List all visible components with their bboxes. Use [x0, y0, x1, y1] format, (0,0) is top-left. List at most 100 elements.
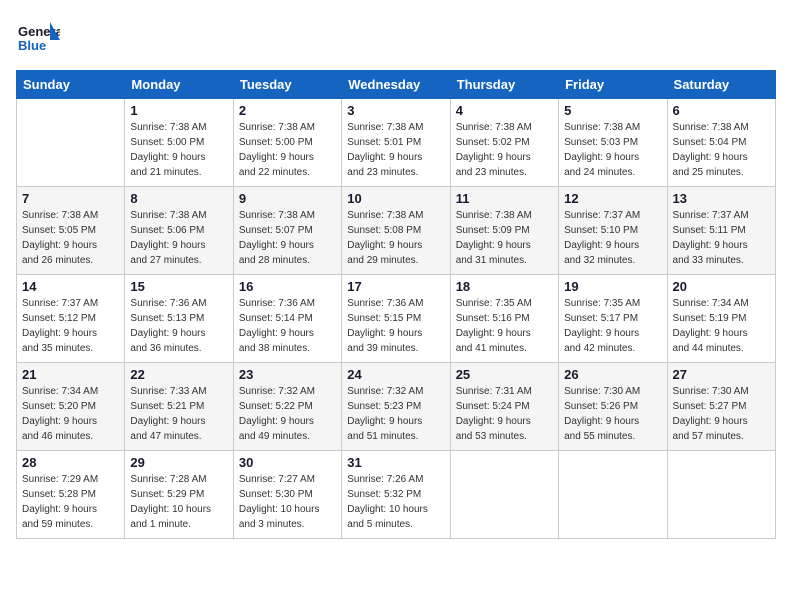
day-number: 9	[239, 191, 336, 206]
calendar-day-cell: 15Sunrise: 7:36 AM Sunset: 5:13 PM Dayli…	[125, 275, 233, 363]
day-info: Sunrise: 7:38 AM Sunset: 5:06 PM Dayligh…	[130, 208, 227, 268]
day-number: 28	[22, 455, 119, 470]
calendar-day-cell: 19 Sunrise: 7:35 AM Sunset: 5:17 PM Dayli…	[559, 275, 667, 363]
calendar-week-row: 7 Sunrise: 7:38 AM Sunset: 5:05 PM Daylig…	[17, 187, 776, 275]
calendar-day-cell: 16 Sunrise: 7:36 AM Sunset: 5:14 PM Dayli…	[233, 275, 341, 363]
svg-text:Blue: Blue	[18, 38, 46, 53]
day-number: 22	[130, 367, 227, 382]
weekday-header: Wednesday	[342, 71, 450, 99]
calendar-day-cell: 20 Sunrise: 7:34 AM Sunset: 5:19 PM Dayli…	[667, 275, 775, 363]
day-info: Sunrise: 7:26 AM Sunset: 5:32 PM Dayligh…	[347, 472, 444, 532]
logo: General Blue	[16, 16, 60, 60]
day-info: Sunrise: 7:33 AM Sunset: 5:21 PM Dayligh…	[130, 384, 227, 444]
page-header: General Blue	[16, 16, 776, 60]
day-info: Sunrise: 7:34 AM Sunset: 5:20 PM Dayligh…	[22, 384, 119, 444]
day-number: 7	[22, 191, 119, 206]
day-info: Sunrise: 7:35 AM Sunset: 5:17 PM Dayligh…	[564, 296, 661, 356]
day-number: 19	[564, 279, 661, 294]
day-info: Sunrise: 7:36 AM Sunset: 5:14 PM Dayligh…	[239, 296, 336, 356]
day-number: 15	[130, 279, 227, 294]
day-info: Sunrise: 7:31 AM Sunset: 5:24 PM Dayligh…	[456, 384, 553, 444]
calendar-day-cell: 23 Sunrise: 7:32 AM Sunset: 5:22 PM Dayli…	[233, 363, 341, 451]
calendar-header-row: SundayMondayTuesdayWednesdayThursdayFrid…	[17, 71, 776, 99]
weekday-header: Monday	[125, 71, 233, 99]
day-info: Sunrise: 7:38 AM Sunset: 5:03 PM Dayligh…	[564, 120, 661, 180]
day-info: Sunrise: 7:36 AM Sunset: 5:15 PM Dayligh…	[347, 296, 444, 356]
day-number: 25	[456, 367, 553, 382]
day-info: Sunrise: 7:28 AM Sunset: 5:29 PM Dayligh…	[130, 472, 227, 532]
day-info: Sunrise: 7:29 AM Sunset: 5:28 PM Dayligh…	[22, 472, 119, 532]
weekday-header: Sunday	[17, 71, 125, 99]
day-info: Sunrise: 7:34 AM Sunset: 5:19 PM Dayligh…	[673, 296, 770, 356]
calendar-day-cell: 21 Sunrise: 7:34 AM Sunset: 5:20 PM Dayli…	[17, 363, 125, 451]
day-number: 8	[130, 191, 227, 206]
calendar-day-cell: 13 Sunrise: 7:37 AM Sunset: 5:11 PM Dayli…	[667, 187, 775, 275]
day-number: 31	[347, 455, 444, 470]
calendar-day-cell: 8 Sunrise: 7:38 AM Sunset: 5:06 PM Daylig…	[125, 187, 233, 275]
calendar-day-cell: 30 Sunrise: 7:27 AM Sunset: 5:30 PM Dayli…	[233, 451, 341, 539]
calendar-day-cell: 31 Sunrise: 7:26 AM Sunset: 5:32 PM Dayli…	[342, 451, 450, 539]
day-info: Sunrise: 7:38 AM Sunset: 5:07 PM Dayligh…	[239, 208, 336, 268]
day-info: Sunrise: 7:30 AM Sunset: 5:26 PM Dayligh…	[564, 384, 661, 444]
day-number: 14	[22, 279, 119, 294]
weekday-header: Saturday	[667, 71, 775, 99]
calendar-day-cell: 22 Sunrise: 7:33 AM Sunset: 5:21 PM Dayli…	[125, 363, 233, 451]
day-number: 3	[347, 103, 444, 118]
calendar-day-cell: 28 Sunrise: 7:29 AM Sunset: 5:28 PM Dayli…	[17, 451, 125, 539]
calendar-day-cell: 14Sunrise: 7:37 AM Sunset: 5:12 PM Dayli…	[17, 275, 125, 363]
calendar-day-cell	[450, 451, 558, 539]
calendar-week-row: 1Sunrise: 7:38 AM Sunset: 5:00 PM Daylig…	[17, 99, 776, 187]
day-number: 27	[673, 367, 770, 382]
calendar-day-cell: 6 Sunrise: 7:38 AM Sunset: 5:04 PM Daylig…	[667, 99, 775, 187]
calendar-week-row: 21 Sunrise: 7:34 AM Sunset: 5:20 PM Dayli…	[17, 363, 776, 451]
day-info: Sunrise: 7:27 AM Sunset: 5:30 PM Dayligh…	[239, 472, 336, 532]
calendar-day-cell: 2Sunrise: 7:38 AM Sunset: 5:00 PM Daylig…	[233, 99, 341, 187]
day-number: 6	[673, 103, 770, 118]
day-info: Sunrise: 7:38 AM Sunset: 5:04 PM Dayligh…	[673, 120, 770, 180]
calendar-day-cell: 1Sunrise: 7:38 AM Sunset: 5:00 PM Daylig…	[125, 99, 233, 187]
day-info: Sunrise: 7:37 AM Sunset: 5:11 PM Dayligh…	[673, 208, 770, 268]
calendar-day-cell: 9 Sunrise: 7:38 AM Sunset: 5:07 PM Daylig…	[233, 187, 341, 275]
day-number: 30	[239, 455, 336, 470]
day-info: Sunrise: 7:38 AM Sunset: 5:09 PM Dayligh…	[456, 208, 553, 268]
day-number: 23	[239, 367, 336, 382]
logo-icon: General Blue	[16, 16, 60, 60]
calendar-day-cell: 10 Sunrise: 7:38 AM Sunset: 5:08 PM Dayli…	[342, 187, 450, 275]
day-number: 18	[456, 279, 553, 294]
day-number: 16	[239, 279, 336, 294]
day-number: 5	[564, 103, 661, 118]
calendar-day-cell: 24Sunrise: 7:32 AM Sunset: 5:23 PM Dayli…	[342, 363, 450, 451]
day-number: 13	[673, 191, 770, 206]
calendar-day-cell	[667, 451, 775, 539]
calendar-day-cell: 27 Sunrise: 7:30 AM Sunset: 5:27 PM Dayli…	[667, 363, 775, 451]
day-info: Sunrise: 7:30 AM Sunset: 5:27 PM Dayligh…	[673, 384, 770, 444]
calendar-week-row: 28 Sunrise: 7:29 AM Sunset: 5:28 PM Dayli…	[17, 451, 776, 539]
weekday-header: Thursday	[450, 71, 558, 99]
calendar-day-cell	[17, 99, 125, 187]
calendar-day-cell: 5 Sunrise: 7:38 AM Sunset: 5:03 PM Daylig…	[559, 99, 667, 187]
day-number: 21	[22, 367, 119, 382]
day-number: 11	[456, 191, 553, 206]
calendar-day-cell: 29 Sunrise: 7:28 AM Sunset: 5:29 PM Dayli…	[125, 451, 233, 539]
calendar-day-cell: 17 Sunrise: 7:36 AM Sunset: 5:15 PM Dayli…	[342, 275, 450, 363]
calendar-day-cell: 7 Sunrise: 7:38 AM Sunset: 5:05 PM Daylig…	[17, 187, 125, 275]
day-info: Sunrise: 7:38 AM Sunset: 5:08 PM Dayligh…	[347, 208, 444, 268]
day-info: Sunrise: 7:35 AM Sunset: 5:16 PM Dayligh…	[456, 296, 553, 356]
day-number: 24	[347, 367, 444, 382]
calendar-day-cell: 25 Sunrise: 7:31 AM Sunset: 5:24 PM Dayli…	[450, 363, 558, 451]
calendar-table: SundayMondayTuesdayWednesdayThursdayFrid…	[16, 70, 776, 539]
day-number: 10	[347, 191, 444, 206]
calendar-day-cell: 18 Sunrise: 7:35 AM Sunset: 5:16 PM Dayli…	[450, 275, 558, 363]
calendar-day-cell: 26 Sunrise: 7:30 AM Sunset: 5:26 PM Dayli…	[559, 363, 667, 451]
day-info: Sunrise: 7:38 AM Sunset: 5:05 PM Dayligh…	[22, 208, 119, 268]
day-number: 17	[347, 279, 444, 294]
calendar-day-cell: 3Sunrise: 7:38 AM Sunset: 5:01 PM Daylig…	[342, 99, 450, 187]
day-info: Sunrise: 7:32 AM Sunset: 5:22 PM Dayligh…	[239, 384, 336, 444]
day-number: 26	[564, 367, 661, 382]
day-number: 29	[130, 455, 227, 470]
day-number: 20	[673, 279, 770, 294]
calendar-day-cell	[559, 451, 667, 539]
day-number: 12	[564, 191, 661, 206]
calendar-week-row: 14Sunrise: 7:37 AM Sunset: 5:12 PM Dayli…	[17, 275, 776, 363]
day-info: Sunrise: 7:38 AM Sunset: 5:00 PM Dayligh…	[130, 120, 227, 180]
